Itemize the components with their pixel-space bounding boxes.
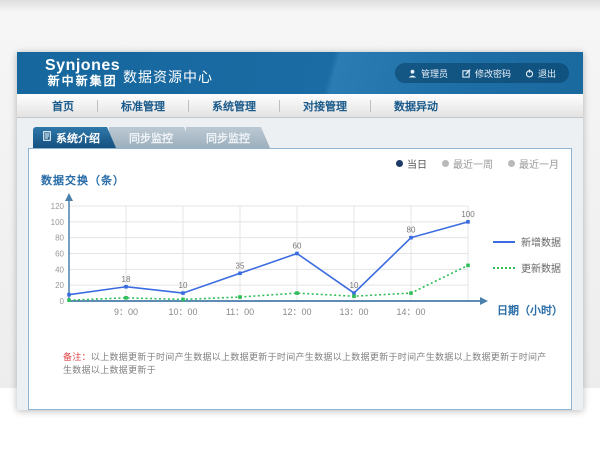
svg-text:9：00: 9：00 [114,307,138,317]
current-user-button[interactable]: 管理员 [408,67,448,80]
svg-text:80: 80 [407,226,416,235]
radio-last-week[interactable]: 最近一周 [442,156,493,171]
logout-label: 退出 [538,67,556,80]
tab-label: 同步监控 [206,130,250,146]
svg-text:12：00: 12：00 [282,307,311,317]
nav-item-data-change[interactable]: 数据异动 [371,98,461,114]
solid-line-icon [493,241,515,243]
radio-label: 最近一月 [519,156,559,171]
radio-label: 当日 [407,156,427,171]
svg-text:11：00: 11：00 [226,307,254,317]
svg-text:40: 40 [55,265,64,274]
tab-bar: 系统介绍 同步监控 同步监控 [33,127,270,148]
tab-system-intro[interactable]: 系统介绍 [33,127,116,148]
tab-sync-monitor-2[interactable]: 同步监控 [186,127,270,148]
logout-button[interactable]: 退出 [525,67,556,80]
svg-text:100: 100 [51,218,65,227]
app-header: Synjones 新中新集团 数据资源中心 管理员 修改密码 [17,52,583,94]
nav-item-home[interactable]: 首页 [29,98,97,114]
time-range-filter-group: 当日 最近一周 最近一月 [396,156,559,171]
svg-text:120: 120 [51,202,65,211]
radio-last-month[interactable]: 最近一月 [508,156,559,171]
radio-today[interactable]: 当日 [396,156,427,171]
legend-label: 更新数据 [521,260,561,275]
nav-item-interface-mgmt[interactable]: 对接管理 [280,98,370,114]
legend-item-updated-data[interactable]: 更新数据 [493,260,561,275]
legend-item-new-data[interactable]: 新增数据 [493,234,561,249]
user-label: 管理员 [421,67,448,80]
radio-label: 最近一周 [453,156,493,171]
svg-text:14：00: 14：00 [396,307,425,317]
tab-sync-monitor-1[interactable]: 同步监控 [109,127,193,148]
edit-icon [462,69,471,78]
svg-text:35: 35 [236,261,245,270]
svg-text:80: 80 [55,234,64,243]
y-axis-title: 数据交换（条） [41,172,125,188]
content-area: 系统介绍 同步监控 同步监控 当日 最近一周 [17,118,583,410]
user-menu: 管理员 修改密码 退出 [395,63,569,83]
svg-text:60: 60 [293,242,302,251]
svg-text:10：00: 10：00 [168,307,197,317]
x-axis-title: 日期（小时） [497,302,563,318]
main-nav: 首页 标准管理 系统管理 对接管理 数据异动 [17,94,583,118]
user-icon [408,69,417,78]
nav-item-standard-mgmt[interactable]: 标准管理 [98,98,188,114]
change-password-button[interactable]: 修改密码 [462,67,511,80]
radio-dot-icon [442,160,449,167]
svg-text:18: 18 [122,275,131,284]
svg-text:10: 10 [350,281,359,290]
nav-item-system-mgmt[interactable]: 系统管理 [189,98,279,114]
svg-text:100: 100 [461,210,475,219]
logo-text-secondary: 新中新集团 [45,75,120,88]
document-icon [43,131,51,144]
dotted-line-icon [493,267,515,269]
logo-text-primary: Synjones [45,57,120,75]
svg-text:0: 0 [60,297,65,306]
power-icon [525,69,534,78]
radio-dot-icon [396,160,403,167]
tab-label: 同步监控 [129,130,173,146]
svg-text:13：00: 13：00 [339,307,368,317]
line-chart: 0 20 40 60 80 100 120 9：00 10：00 11：00 12：00 13：00 1… [43,191,505,325]
radio-dot-icon [508,160,515,167]
tab-label: 系统介绍 [56,130,100,146]
brand-logo: Synjones 新中新集团 [45,57,120,88]
svg-text:10: 10 [179,281,188,290]
svg-text:20: 20 [55,281,64,290]
page-container: Synjones 新中新集团 数据资源中心 管理员 修改密码 [17,52,583,410]
footnote: 备注：以上数据更新于时间产生数据以上数据更新于时间产生数据以上数据更新于时间产生… [63,351,553,376]
screen: Synjones 新中新集团 数据资源中心 管理员 修改密码 [0,0,600,450]
chart-panel: 当日 最近一周 最近一月 数据交换（条） 0 20 40 60 80 100 120 9：00… [28,148,572,410]
footnote-text: 以上数据更新于时间产生数据以上数据更新于时间产生数据以上数据更新于时间产生数据以… [63,352,547,375]
legend-label: 新增数据 [521,234,561,249]
change-password-label: 修改密码 [475,67,511,80]
chart-legend: 新增数据 更新数据 [493,234,561,275]
svg-text:60: 60 [55,250,64,259]
footnote-label: 备注： [63,352,91,362]
page-title: 数据资源中心 [123,67,213,87]
